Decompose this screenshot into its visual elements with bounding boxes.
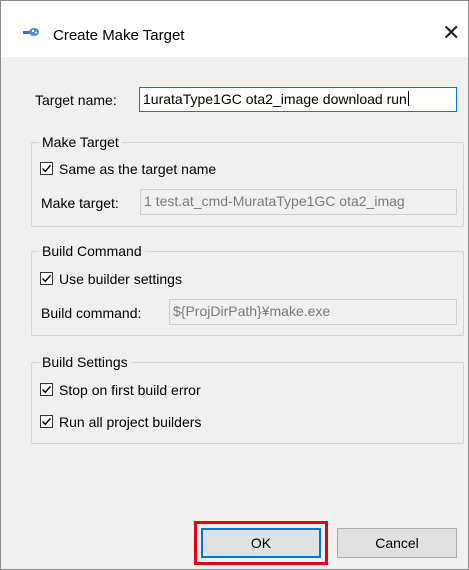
target-name-value: 1urataType1GC ota2_image download run	[143, 91, 407, 107]
build-command-input[interactable]: ${ProjDirPath}¥make.exe	[169, 299, 457, 325]
checkmark-icon	[42, 417, 52, 426]
checkbox-box[interactable]	[40, 162, 53, 175]
same-as-target-name-label: Same as the target name	[59, 161, 217, 177]
target-name-label: Target name:	[35, 92, 117, 108]
text-caret	[407, 91, 409, 106]
checkmark-icon	[42, 164, 52, 173]
use-builder-settings-label: Use builder settings	[59, 271, 182, 287]
build-command-group-title: Build Command	[39, 242, 145, 260]
checkmark-icon	[42, 274, 52, 283]
stop-on-first-error-label: Stop on first build error	[59, 382, 201, 398]
close-icon[interactable]: ✕	[442, 22, 460, 44]
checkbox-box[interactable]	[40, 272, 53, 285]
ok-button[interactable]: OK	[201, 528, 321, 558]
target-name-input[interactable]: 1urataType1GC ota2_image download run	[139, 87, 457, 112]
make-target-input[interactable]: 1 test.at_cmd-MurataType1GC ota2_imag	[140, 189, 457, 215]
build-command-label: Build command:	[41, 305, 142, 321]
make-target-label: Make target:	[41, 195, 119, 211]
title-bar: Create Make Target ✕	[1, 1, 468, 57]
run-all-builders-label: Run all project builders	[59, 414, 202, 430]
build-settings-group-title: Build Settings	[39, 353, 131, 371]
make-target-group-title: Make Target	[39, 133, 122, 151]
create-make-target-dialog: Create Make Target ✕ Target name: 1urata…	[0, 0, 469, 570]
checkbox-box[interactable]	[40, 415, 53, 428]
checkmark-icon	[42, 385, 52, 394]
build-settings-group	[31, 362, 464, 444]
cancel-button[interactable]: Cancel	[337, 528, 457, 558]
make-target-icon	[23, 28, 39, 36]
window-title: Create Make Target	[53, 27, 185, 44]
checkbox-box[interactable]	[40, 383, 53, 396]
